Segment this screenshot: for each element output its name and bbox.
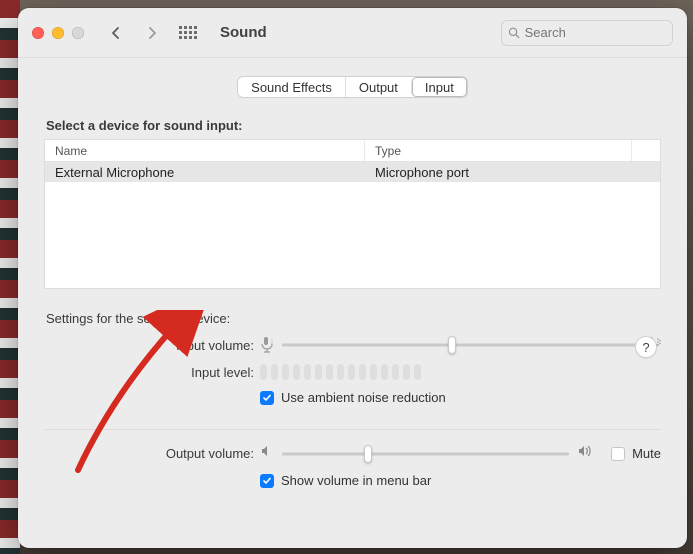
table-row[interactable]: External Microphone Microphone port	[45, 162, 660, 182]
output-volume-slider[interactable]	[282, 445, 569, 463]
output-volume-label: Output volume:	[44, 446, 260, 461]
search-icon	[508, 26, 520, 39]
titlebar: Sound	[18, 8, 687, 58]
device-type: Microphone port	[365, 165, 660, 180]
tab-sound-effects[interactable]: Sound Effects	[238, 77, 345, 97]
divider	[44, 429, 661, 430]
input-devices-table: Name Type External Microphone Microphone…	[44, 139, 661, 289]
device-name: External Microphone	[45, 165, 365, 180]
grid-icon	[179, 26, 197, 39]
sound-preferences-window: Sound Sound Effects Output Input Select …	[18, 8, 687, 548]
input-volume-label: Input volume:	[44, 338, 260, 353]
mute-checkbox[interactable]: Mute	[611, 446, 661, 461]
tab-output[interactable]: Output	[345, 77, 411, 97]
table-header: Name Type	[45, 140, 660, 162]
help-button[interactable]: ?	[635, 336, 657, 358]
close-window-button[interactable]	[32, 27, 44, 39]
show-volume-menubar-checkbox[interactable]: Show volume in menu bar	[260, 473, 431, 488]
ambient-noise-reduction-checkbox[interactable]: Use ambient noise reduction	[260, 390, 446, 405]
input-level-meter	[260, 364, 421, 380]
search-input[interactable]	[525, 25, 666, 40]
mute-label: Mute	[632, 446, 661, 461]
show-volume-menubar-label: Show volume in menu bar	[281, 473, 431, 488]
speaker-high-icon	[577, 444, 595, 463]
search-field[interactable]	[501, 20, 673, 46]
window-controls	[32, 27, 84, 39]
column-header-name[interactable]: Name	[45, 140, 365, 161]
show-all-prefs-button[interactable]	[174, 26, 202, 39]
zoom-window-button[interactable]	[72, 27, 84, 39]
tabs: Sound Effects Output Input	[44, 76, 661, 98]
ambient-noise-reduction-label: Use ambient noise reduction	[281, 390, 446, 405]
input-device-heading: Select a device for sound input:	[46, 118, 661, 133]
input-level-label: Input level:	[44, 365, 260, 380]
tab-input[interactable]: Input	[411, 77, 467, 97]
speaker-low-icon	[260, 444, 274, 463]
window-title: Sound	[220, 24, 267, 41]
device-settings-heading: Settings for the selected device:	[46, 311, 661, 326]
back-button[interactable]	[102, 20, 130, 46]
forward-button[interactable]	[138, 20, 166, 46]
minimize-window-button[interactable]	[52, 27, 64, 39]
input-volume-slider[interactable]	[282, 336, 637, 354]
microphone-low-icon	[260, 336, 274, 354]
column-header-type[interactable]: Type	[365, 140, 632, 161]
